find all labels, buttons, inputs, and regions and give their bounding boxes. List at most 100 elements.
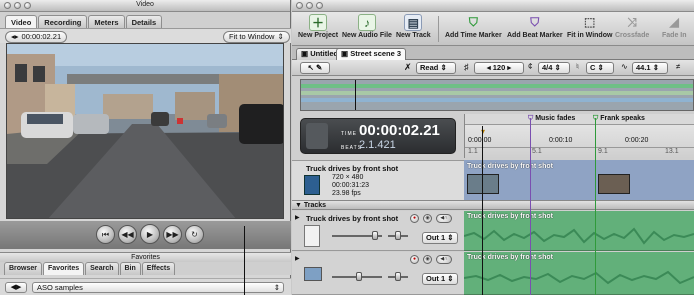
fit-in-window-button[interactable]: ⬚ Fit in Window [567, 14, 612, 39]
tempo-value: 120 [492, 63, 506, 72]
audio-clip-lane[interactable]: Truck drives by front shot [464, 211, 694, 251]
key-dropdown[interactable]: C ⇕ [586, 62, 614, 74]
marker-lane [465, 114, 694, 125]
crossfade-label: Crossfade [615, 32, 650, 39]
tempo-icon: ♯ [464, 62, 469, 72]
output-label: Out 1 [426, 274, 446, 283]
sample-rate-dropdown[interactable]: 44.1 ⇕ [632, 62, 668, 74]
track-clapper-icon [304, 225, 320, 247]
time-signature-label: 4/4 [542, 63, 553, 72]
solo-button[interactable]: ◉ [423, 214, 432, 223]
record-arm-button[interactable]: ● [410, 255, 419, 264]
tab-street-scene-3[interactable]: ▣ Street scene 3 [336, 48, 407, 60]
timeline-ruler[interactable]: ⛉ Music fades ⛉ Frank speaks ▾ 0:00:00 0… [464, 114, 694, 158]
tab-video[interactable]: Video [5, 15, 38, 28]
time-display[interactable]: TIME 00:00:02.21 BEATS 2.1.421 [300, 118, 456, 154]
output-dropdown[interactable]: Out 1 ⇕ [422, 273, 458, 285]
tab-favorites[interactable]: Favorites [43, 262, 85, 275]
add-beat-marker-button[interactable]: ⛉ Add Beat Marker [507, 14, 563, 39]
time-signature-icon: ¢ [528, 62, 533, 71]
disclosure-triangle-icon[interactable]: ▶ [295, 214, 300, 221]
cursor-line [244, 226, 245, 295]
stepper-arrows-icon: ◂▸ [11, 32, 19, 41]
loop-button[interactable]: ↻ [185, 225, 204, 244]
fade-in-button[interactable]: ◢ Fade In [662, 14, 687, 39]
global-overview[interactable] [300, 79, 694, 111]
new-audio-file-button[interactable]: ♪ New Audio File [342, 14, 392, 39]
tab-effects[interactable]: Effects [141, 262, 176, 275]
popup-arrows-icon: ⇕ [273, 283, 280, 292]
add-time-marker-button[interactable]: ⛉ Add Time Marker [445, 14, 502, 39]
record-icon: ● [412, 256, 417, 262]
mute-button[interactable]: ◀∩ [436, 255, 452, 264]
fit-dropdown[interactable]: Fit to Window ⇕ [223, 31, 290, 43]
audio-waveform [464, 270, 694, 285]
solo-button[interactable]: ◉ [423, 255, 432, 264]
disclosure-triangle-icon[interactable]: ▶ [295, 255, 300, 262]
tab-bin[interactable]: Bin [119, 262, 141, 275]
crossfade-button[interactable]: ⤨ Crossfade [615, 14, 649, 39]
volume-slider-knob[interactable] [372, 231, 378, 240]
add-time-marker-label: Add Time Marker [445, 32, 502, 39]
audio-clip-lane[interactable]: Truck drives by front shot [464, 252, 694, 295]
volume-slider-knob[interactable] [356, 272, 362, 281]
back-forward-buttons[interactable]: ◀▶ [5, 282, 27, 293]
video-window-title: Video [136, 1, 154, 8]
audio-clip-title: Truck drives by front shot [467, 254, 553, 261]
tab-browser[interactable]: Browser [4, 262, 43, 275]
video-track-header: Truck drives by front shot 720 × 480 00:… [292, 160, 464, 200]
time-label: TIME [341, 131, 357, 137]
marker-music-fades[interactable]: ⛉ Music fades [528, 115, 575, 123]
pan-slider-knob[interactable] [395, 272, 401, 281]
beat-tick: 1.1 [468, 148, 478, 155]
fade-in-label: Fade In [662, 32, 687, 39]
project-tabs: ▣ Untitled ▣ Street scene 3 [292, 46, 694, 60]
track-name: Truck drives by front shot [306, 214, 399, 223]
rewind-icon: ◀◀ [121, 230, 134, 239]
new-project-label: New Project [298, 32, 339, 39]
video-clip-title: Truck drives by front shot [467, 163, 553, 170]
tool-selector[interactable]: ↖ ✎ [300, 62, 330, 74]
tab-meters[interactable]: Meters [88, 15, 125, 28]
beat-tick: 9.1 [598, 148, 608, 155]
rewind-button[interactable]: ◀◀ [118, 225, 137, 244]
beat-marker-icon: ⛉ [530, 15, 540, 29]
transport-controls: ⏮ ◀◀ ▶ ▶▶ ↻ [0, 221, 291, 249]
solo-icon: ◉ [425, 215, 430, 221]
automation-icon: ✗ [404, 62, 412, 72]
overview-audio-strip [301, 91, 693, 95]
speaker-icon: ◀∩ [440, 256, 448, 262]
tab-recording[interactable]: Recording [38, 15, 88, 28]
automation-mode-dropdown[interactable]: Read ⇕ [416, 62, 456, 74]
play-button[interactable]: ▶ [140, 224, 160, 244]
marker-frank-speaks[interactable]: ⛉ Frank speaks [593, 115, 645, 123]
gain-icon: ≠ [676, 62, 681, 71]
project-file-icon: ▣ [301, 49, 309, 58]
close-window-icon[interactable] [296, 2, 303, 9]
loop-icon: ↻ [191, 230, 198, 239]
tab-search[interactable]: Search [85, 262, 119, 275]
record-icon: ● [412, 215, 417, 221]
output-dropdown[interactable]: Out 1 ⇕ [422, 232, 458, 244]
time-tick: 0:00:10 [549, 137, 573, 144]
mute-button[interactable]: ◀∩ [436, 214, 452, 223]
minimize-window-icon[interactable] [306, 2, 313, 9]
time-signature-dropdown[interactable]: 4/4 ⇕ [538, 62, 570, 74]
stepper-left-icon: ◂ [486, 63, 491, 72]
tab-details[interactable]: Details [125, 15, 163, 28]
fast-forward-button[interactable]: ▶▶ [163, 225, 182, 244]
video-clip-lane[interactable]: Truck drives by front shot [464, 160, 694, 200]
record-arm-button[interactable]: ● [410, 214, 419, 223]
zoom-window-icon[interactable] [316, 2, 323, 9]
pan-slider-knob[interactable] [395, 231, 401, 240]
tempo-stepper[interactable]: ◂ 120 ▸ [474, 62, 524, 74]
disclosure-triangle-icon: ▼ [295, 202, 302, 209]
forward-arrow-icon: ▶ [16, 284, 22, 291]
timecode-field[interactable]: ◂▸ 00:00:02.21 [5, 31, 68, 43]
location-dropdown[interactable]: ASO samples ⇕ [32, 282, 284, 293]
tracks-section-header[interactable]: ▼ Tracks [292, 200, 694, 210]
go-to-start-button[interactable]: ⏮ [96, 225, 115, 244]
new-track-button[interactable]: ▤ New Track [396, 14, 431, 39]
video-resolution: 720 × 480 [332, 174, 364, 181]
new-project-button[interactable]: ＋ New Project [298, 14, 338, 39]
